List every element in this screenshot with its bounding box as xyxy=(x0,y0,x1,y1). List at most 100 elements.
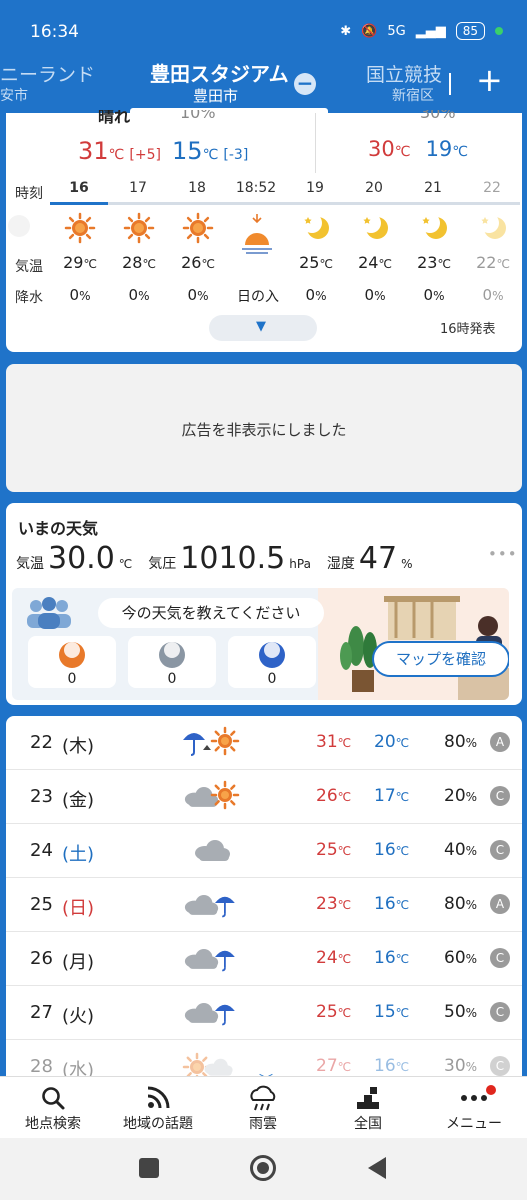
today-hi-diff: [+5] xyxy=(129,147,161,163)
hourly-hour: 19 xyxy=(306,180,324,196)
weekly-forecast-card: 22 (木) 31℃ 20℃ 80% A 23 (金) 26℃ 17℃ 20% C 24 (土) 25℃ 16… xyxy=(6,716,522,1086)
hourly-scroll-active xyxy=(50,202,108,205)
weekly-dow: (火) xyxy=(62,1006,95,1027)
today-hi: 31 xyxy=(78,137,109,165)
hourly-hour: 21 xyxy=(424,180,442,196)
hourly-rain: 0% xyxy=(69,286,91,304)
summary-divider xyxy=(315,113,316,173)
current-temp: 30.0 xyxy=(48,541,115,576)
vote-cloud-button[interactable]: 0 xyxy=(128,636,216,688)
nav-map-pin[interactable]: 全国 xyxy=(318,1083,418,1133)
weekly-hi: 27℃ xyxy=(316,1056,352,1076)
nav-label: メニュー xyxy=(446,1116,502,1132)
location-tab-bar: ニーランド 安市 豊田スタジアム 豊田市 − 国立競技 新宿区 + xyxy=(0,55,527,115)
nav-label: 地域の話題 xyxy=(123,1116,193,1132)
unit-c: ℃ xyxy=(108,147,125,163)
nav-feed[interactable]: 地域の話題 xyxy=(108,1083,208,1133)
tomorrow-temps: 30℃ 19℃ xyxy=(368,137,468,161)
weekly-pop: 60% xyxy=(444,948,478,968)
notification-dot xyxy=(486,1085,496,1095)
hourly-temp: 23℃ xyxy=(417,253,451,272)
hourly-hour: 22 xyxy=(483,180,501,196)
view-map-button[interactable]: マップを確認 xyxy=(372,641,509,677)
hourly-scroll-track xyxy=(50,202,520,205)
cloud-sun-icon xyxy=(181,780,241,814)
more-icon xyxy=(424,1083,524,1113)
today-temps: 31℃ [+5] 15℃ [-3] xyxy=(78,137,248,165)
vote-rain-umbrella-button[interactable]: 0 xyxy=(228,636,316,688)
hourly-temp: 25℃ xyxy=(299,253,333,272)
reliability-badge: A xyxy=(490,732,510,752)
reliability-badge: C xyxy=(490,1002,510,1022)
weekly-hi: 24℃ xyxy=(316,948,352,968)
vote-count: 0 xyxy=(167,671,177,687)
sun-icon xyxy=(8,215,30,237)
reliability-badge: C xyxy=(490,786,510,806)
more-options-icon[interactable]: ••• xyxy=(488,545,518,563)
location-tab-prev-sub[interactable]: 安市 xyxy=(0,85,28,105)
moon-icon xyxy=(475,212,511,244)
hourly-hour: 20 xyxy=(365,180,383,196)
weekly-lo: 15℃ xyxy=(374,1002,410,1022)
weekly-row[interactable]: 23 (金) 26℃ 17℃ 20% C xyxy=(6,770,522,824)
current-weather-values: 気温 30.0 ℃ 気圧 1010.5 hPa 湿度 47 % xyxy=(16,541,413,576)
weekly-row[interactable]: 26 (月) 24℃ 16℃ 60% C xyxy=(6,932,522,986)
weekly-lo: 16℃ xyxy=(374,840,410,860)
today-tab-indicator xyxy=(130,108,328,114)
hourly-hour: 16 xyxy=(69,180,89,196)
weekly-row[interactable]: 25 (日) 23℃ 16℃ 80% A xyxy=(6,878,522,932)
nav-label: 地点検索 xyxy=(25,1116,81,1132)
unit-c: ℃ xyxy=(202,147,219,163)
hourly-rain-label: 降水 xyxy=(15,290,43,306)
home-icon[interactable] xyxy=(250,1155,276,1181)
hourly-hour: 18:52 xyxy=(235,180,277,196)
vote-sun-button[interactable]: 0 xyxy=(28,636,116,688)
weekly-hi: 26℃ xyxy=(316,786,352,806)
weekly-lo: 17℃ xyxy=(374,786,410,806)
pressure-unit: hPa xyxy=(289,557,311,571)
chevron-down-icon: ▼ xyxy=(256,319,266,334)
weekly-row[interactable]: 22 (木) 31℃ 20℃ 80% A xyxy=(6,716,522,770)
vote-count: 0 xyxy=(67,671,77,687)
reliability-badge: C xyxy=(490,1056,510,1076)
weekly-date: 28 xyxy=(30,1056,53,1077)
nav-rain-cloud[interactable]: 雨雲 xyxy=(213,1083,313,1133)
nav-search[interactable]: 地点検索 xyxy=(3,1083,103,1133)
signal-icon: ▂▄▆ xyxy=(415,23,446,39)
hourly-hour: 17 xyxy=(129,180,147,196)
cloud-umbrella-icon xyxy=(181,942,241,976)
rain-umbrella-icon xyxy=(259,642,285,668)
hourly-rain: 0% xyxy=(305,286,327,304)
issued-time: 16時発表 xyxy=(440,322,496,337)
add-location-button[interactable]: + xyxy=(476,61,503,99)
weekly-row[interactable]: 24 (土) 25℃ 16℃ 40% C xyxy=(6,824,522,878)
people-icon xyxy=(24,596,74,630)
moon-icon xyxy=(416,212,452,244)
nav-more[interactable]: メニュー xyxy=(424,1083,524,1133)
battery-icon: 85 xyxy=(455,22,485,40)
unit-c: ℃ xyxy=(394,144,411,160)
back-icon[interactable] xyxy=(368,1157,386,1179)
weekly-pop: 40% xyxy=(444,840,478,860)
nav-label: 雨雲 xyxy=(249,1116,277,1132)
remove-location-button[interactable]: − xyxy=(294,73,316,95)
temp-label: 気温 xyxy=(16,556,44,572)
humidity-label: 湿度 xyxy=(326,556,355,572)
weekly-row[interactable]: 27 (火) 25℃ 15℃ 50% C xyxy=(6,986,522,1040)
location-tab-next-sub[interactable]: 新宿区 xyxy=(392,85,434,105)
location-tab-current[interactable]: 豊田スタジアム xyxy=(150,58,289,87)
weekly-date: 26 xyxy=(30,948,53,969)
weekly-pop: 30% xyxy=(444,1056,478,1076)
location-tab-next[interactable]: 国立競技 xyxy=(366,60,442,87)
weekly-lo: 20℃ xyxy=(374,732,410,752)
bottom-navigation: 地点検索 地域の話題 雨雲 全国 メニュー xyxy=(0,1076,527,1138)
sun-icon xyxy=(62,212,98,244)
expand-hourly-button[interactable]: ▼ xyxy=(209,315,317,341)
weekly-pop: 20% xyxy=(444,786,478,806)
weekly-dow: (木) xyxy=(62,736,95,757)
nav-label: 全国 xyxy=(354,1116,382,1132)
recent-apps-icon[interactable] xyxy=(139,1158,159,1178)
location-tab-prev[interactable]: ニーランド xyxy=(0,60,95,87)
privacy-dot-icon xyxy=(495,27,503,35)
weekly-date: 27 xyxy=(30,1002,53,1023)
